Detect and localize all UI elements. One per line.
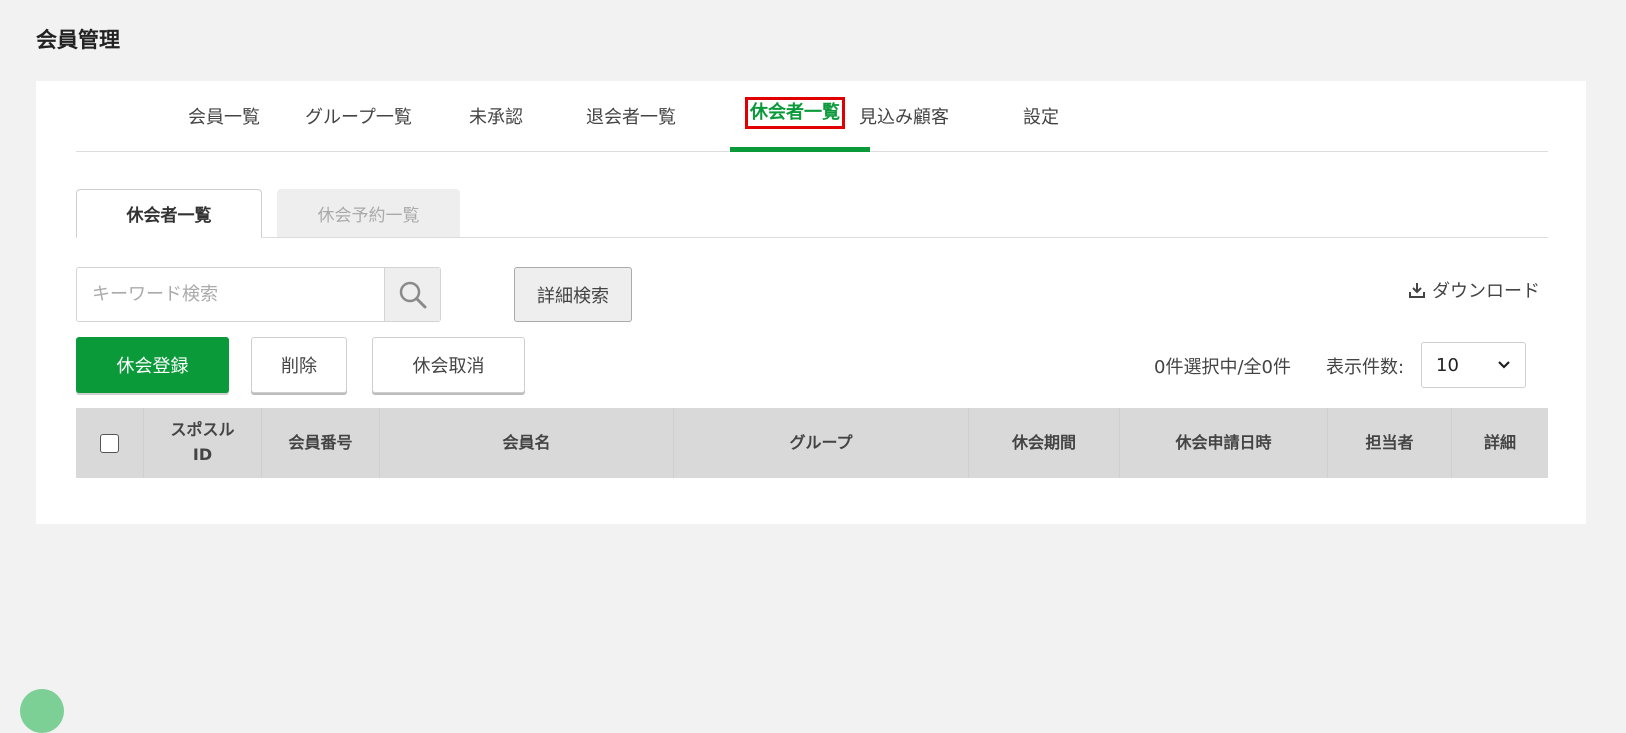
per-page-value: 10 — [1436, 354, 1459, 376]
main-panel: 会員一覧 グループ一覧 未承認 退会者一覧 休会者一覧 見込み顧客 設定 休会者… — [36, 81, 1586, 524]
col-application-datetime[interactable]: 休会申請日時 — [1120, 408, 1328, 478]
download-label: ダウンロード — [1432, 281, 1540, 302]
suspend-register-button[interactable]: 休会登録 — [76, 337, 229, 393]
tab-prospects[interactable]: 見込み顧客 — [859, 103, 949, 129]
table-header: スポスル ID 会員番号 会員名 グループ 休会期間 休会申請日時 担当者 詳細 — [76, 408, 1548, 478]
page-title: 会員管理 — [36, 28, 120, 52]
col-staff[interactable]: 担当者 — [1328, 408, 1452, 478]
search-input[interactable] — [77, 268, 383, 321]
download-link[interactable]: ダウンロード — [1408, 277, 1540, 303]
select-all-cell — [76, 408, 144, 478]
detail-search-button[interactable]: 詳細検索 — [514, 267, 632, 322]
sub-tab-bar: 休会者一覧 休会予約一覧 — [76, 189, 1548, 238]
main-tab-bar: 会員一覧 グループ一覧 未承認 退会者一覧 休会者一覧 見込み顧客 設定 — [76, 81, 1548, 152]
delete-button[interactable]: 削除 — [251, 337, 347, 393]
search-icon — [399, 281, 426, 308]
tab-suspended-list[interactable]: 休会者一覧 — [745, 97, 845, 129]
tab-suspended-list-label: 休会者一覧 — [745, 97, 845, 129]
col-suspension-period[interactable]: 休会期間 — [969, 408, 1120, 478]
subtab-suspended-list[interactable]: 休会者一覧 — [76, 189, 262, 238]
col-group[interactable]: グループ — [674, 408, 969, 478]
tab-unapproved[interactable]: 未承認 — [469, 103, 523, 129]
select-all-checkbox[interactable] — [100, 433, 119, 453]
per-page-label: 表示件数: — [1326, 357, 1405, 378]
tab-withdrawn-list[interactable]: 退会者一覧 — [586, 103, 676, 129]
tab-member-list[interactable]: 会員一覧 — [188, 103, 260, 129]
per-page-select[interactable]: 10 — [1421, 342, 1526, 388]
suspend-cancel-button[interactable]: 休会取消 — [372, 337, 525, 393]
floating-help-button[interactable] — [20, 689, 64, 733]
tab-settings[interactable]: 設定 — [1023, 103, 1059, 129]
search-box — [76, 267, 441, 322]
download-icon — [1409, 283, 1425, 298]
col-details: 詳細 — [1483, 432, 1516, 452]
tab-group-list[interactable]: グループ一覧 — [305, 103, 412, 129]
col-member-number[interactable]: 会員番号 — [262, 408, 380, 478]
col-spsl-id[interactable]: スポスル ID — [144, 408, 262, 478]
chevron-down-icon — [1498, 361, 1510, 369]
subtab-suspension-reservations[interactable]: 休会予約一覧 — [277, 189, 460, 237]
search-button[interactable] — [384, 268, 440, 321]
selection-count: 0件選択中/全0件 — [1154, 357, 1291, 378]
active-tab-indicator — [730, 147, 870, 152]
col-member-name[interactable]: 会員名 — [380, 408, 674, 478]
